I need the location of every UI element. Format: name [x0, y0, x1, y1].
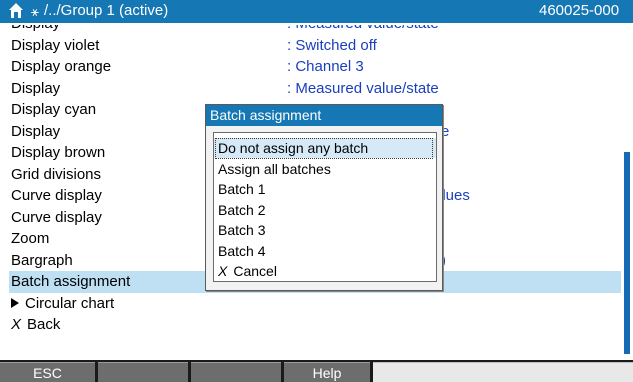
home-icon[interactable]	[8, 2, 24, 20]
device-screen: ⚹ /../Group 1 (active) 460025-000 Displa…	[0, 0, 633, 382]
softkey-5[interactable]	[373, 362, 633, 382]
list-item-text: Back	[27, 316, 61, 333]
dialog-option-text: Batch 4	[218, 242, 266, 259]
batch-assignment-dialog: Batch assignment Do not assign any batch…	[205, 104, 443, 291]
submenu-arrow-icon	[11, 297, 19, 308]
list-item-label: Display	[11, 25, 60, 35]
list-item-label: Bargraph	[11, 250, 73, 272]
dialog-option-text: Cancel	[233, 263, 277, 279]
dialog-option[interactable]: Do not assign any batch	[214, 138, 436, 159]
softkey-2[interactable]	[98, 362, 188, 382]
softkey-esc[interactable]: ESC	[0, 362, 95, 382]
list-item[interactable]: Circular chart	[9, 293, 621, 315]
softkey-3[interactable]	[191, 362, 281, 382]
list-item-text: Curve display	[11, 187, 102, 204]
list-item-value: : Switched off	[287, 36, 377, 54]
list-item-label: Curve display	[11, 185, 102, 207]
dialog-option-label: Batch 1	[218, 179, 265, 199]
scrollbar-thumb[interactable]	[624, 152, 630, 354]
list-item-text: Display orange	[11, 58, 112, 75]
list-item-text: Circular chart	[25, 294, 115, 312]
dialog-title-bar: Batch assignment	[206, 105, 442, 126]
list-item-label: Display	[11, 78, 60, 100]
list-item-label: Display violet	[11, 35, 99, 57]
list-item[interactable]: Display violet : Switched off	[9, 35, 621, 57]
dialog-option[interactable]: X Cancel	[214, 261, 436, 281]
list-item-text: Curve display	[11, 208, 102, 226]
list-item-label: Circular chart	[11, 293, 114, 315]
list-item-text: Batch assignment	[11, 273, 131, 290]
list-item-label: Display	[11, 121, 60, 143]
back-icon: X	[11, 316, 22, 333]
dialog-option-text: Batch 2	[218, 201, 266, 218]
cancel-icon: X	[218, 263, 228, 279]
list-item[interactable]: Display : Measured value/state	[9, 78, 621, 100]
list-item-text: Display	[11, 79, 61, 97]
title-bar: ⚹ /../Group 1 (active) 460025-000	[0, 0, 633, 23]
dialog-title: Batch assignment	[210, 107, 322, 123]
list-item[interactable]: Display orange : Channel 3	[9, 56, 621, 78]
list-item-label: X Back	[11, 314, 60, 336]
dialog-option-label: Do not assign any batch	[218, 138, 368, 158]
list-item[interactable]: X Back	[9, 314, 621, 336]
dialog-option-label: X Cancel	[218, 261, 277, 281]
device-id: 460025-000	[539, 2, 620, 19]
dialog-option-label: Batch 2	[218, 200, 265, 220]
dialog-option-label: Batch 4	[218, 241, 265, 261]
dialog-option-text: Batch 3	[218, 222, 266, 238]
list-item-label: Display orange	[11, 56, 111, 78]
list-item-label: Display brown	[11, 142, 105, 164]
softkey-bar: ESC Help	[0, 360, 633, 382]
list-item-text: Display	[11, 25, 60, 32]
dialog-option[interactable]: Batch 4	[214, 241, 436, 261]
list-item-text: Zoom	[11, 230, 50, 247]
dialog-option-text: Do not assign any batch	[218, 140, 369, 156]
list-item-text: Display brown	[11, 144, 106, 161]
dialog-option-text: Assign all batches	[218, 160, 331, 177]
list-item-text: Display violet	[11, 36, 100, 54]
dialog-option[interactable]: Batch 3	[214, 220, 436, 240]
list-item-text: Display cyan	[11, 101, 97, 118]
list-item-text: Grid divisions	[11, 165, 102, 183]
dialog-option[interactable]: Assign all batches	[214, 159, 436, 179]
list-item[interactable]: Display : Measured value/state	[9, 25, 621, 35]
list-item-text: Bargraph	[11, 251, 73, 269]
network-icon: ⚹	[31, 4, 39, 19]
dialog-option-label: Batch 3	[218, 220, 265, 240]
list-item-label: Zoom	[11, 228, 49, 250]
dialog-option-list: Do not assign any batch Assign all batche…	[213, 132, 437, 282]
dialog-option-text: Batch 1	[218, 181, 266, 197]
list-item-text: Display	[11, 122, 61, 140]
dialog-option[interactable]: Batch 1	[214, 179, 436, 199]
breadcrumb-path: /../Group 1 (active)	[44, 2, 169, 19]
list-item-label: Grid divisions	[11, 164, 101, 186]
list-item-label: Batch assignment	[11, 271, 130, 293]
softkey-help[interactable]: Help	[284, 362, 370, 382]
list-item-value: : Measured value/state	[287, 25, 439, 35]
list-item-label: Curve display	[11, 207, 102, 229]
list-item-value: : Measured value/state	[287, 79, 439, 97]
list-item-value: : Channel 3	[287, 58, 364, 75]
scrollbar[interactable]	[624, 24, 633, 356]
dialog-option[interactable]: Batch 2	[214, 200, 436, 220]
list-item-label: Display cyan	[11, 99, 96, 121]
dialog-option-label: Assign all batches	[218, 159, 331, 179]
